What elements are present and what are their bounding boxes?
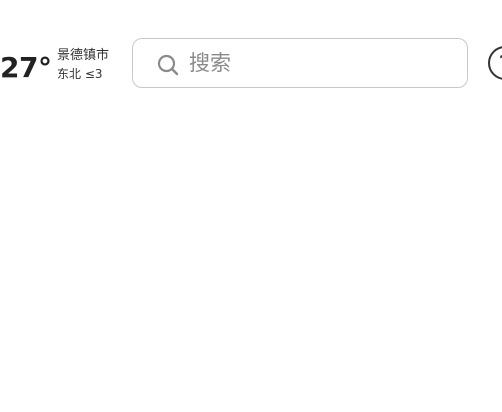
search-bar[interactable] xyxy=(132,38,468,88)
search-icon xyxy=(157,54,179,76)
search-input[interactable] xyxy=(189,45,449,81)
help-circle-icon[interactable]: ? xyxy=(488,46,502,80)
top-bar: 27° 景德镇市 东北 ≤3 ? xyxy=(0,0,502,130)
weather-city: 景德镇市 xyxy=(57,48,110,63)
temperature-value[interactable]: 27° xyxy=(0,52,52,84)
weather-summary[interactable]: 景德镇市 东北 ≤3 xyxy=(57,46,109,84)
weather-wind: 东北 ≤3 xyxy=(57,67,103,81)
